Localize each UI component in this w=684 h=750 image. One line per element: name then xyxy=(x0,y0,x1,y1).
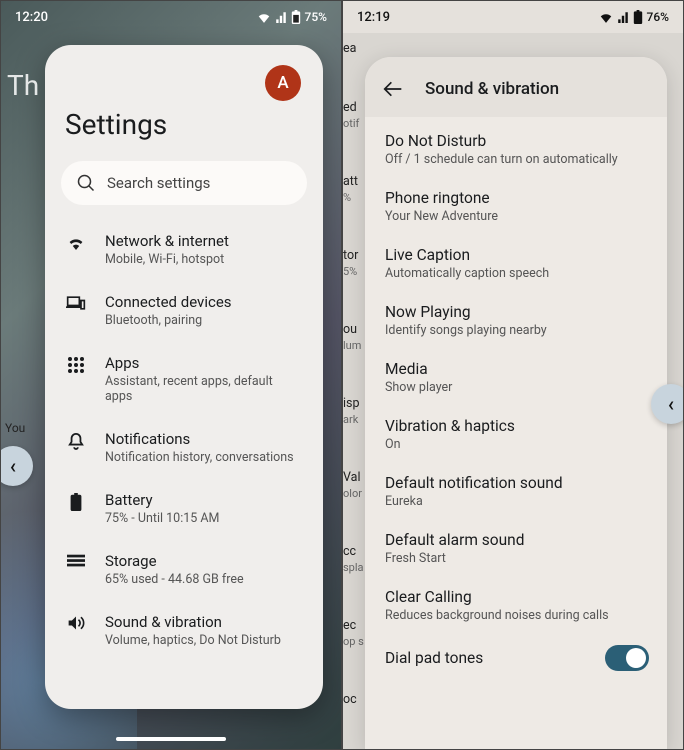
gesture-bar[interactable] xyxy=(116,737,226,741)
storage-icon xyxy=(67,554,85,568)
page-title: Settings xyxy=(65,108,311,141)
bell-icon xyxy=(68,432,84,450)
row-title: Do Not Disturb xyxy=(385,132,649,150)
row-title: Default notification sound xyxy=(385,474,649,492)
search-icon xyxy=(77,174,95,192)
wifi-icon xyxy=(66,234,86,250)
settings-item-apps[interactable]: Apps Assistant, recent apps, default apps xyxy=(57,341,311,417)
row-sub: On xyxy=(385,437,649,452)
row-title: Phone ringtone xyxy=(385,189,649,207)
row-title: Default alarm sound xyxy=(385,531,649,549)
settings-item-network[interactable]: Network & internet Mobile, Wi-Fi, hotspot xyxy=(57,219,311,280)
status-time: 12:19 xyxy=(357,10,390,25)
row-title: Storage xyxy=(105,552,303,570)
wallpaper-text-peek: Th xyxy=(7,69,39,102)
phone-right: 12:19 76% eaedotifatt%tor5%oulumisparkVa… xyxy=(342,0,684,750)
wifi-icon xyxy=(599,11,613,23)
signal-icon xyxy=(275,11,287,23)
settings-card: A Settings Search settings Network & int… xyxy=(45,45,323,709)
avatar-button[interactable]: A xyxy=(265,65,301,101)
row-sub: Assistant, recent apps, default apps xyxy=(105,374,303,404)
row-sub: Mobile, Wi-Fi, hotspot xyxy=(105,252,303,267)
sound-setting-row[interactable]: Media Show player xyxy=(383,349,659,406)
row-title: Connected devices xyxy=(105,293,303,311)
bg-partial-row: ea xyxy=(343,41,377,56)
settings-item-notifications[interactable]: Notifications Notification history, conve… xyxy=(57,417,311,478)
sound-setting-row[interactable]: Clear Calling Reduces background noises d… xyxy=(383,577,659,634)
row-title: Now Playing xyxy=(385,303,649,321)
wifi-icon xyxy=(257,11,271,23)
sound-icon xyxy=(67,615,85,631)
devices-icon xyxy=(66,295,86,311)
search-placeholder: Search settings xyxy=(107,174,210,192)
row-sub: Identify songs playing nearby xyxy=(385,323,649,338)
sound-setting-row[interactable]: Vibration & haptics On xyxy=(383,406,659,463)
status-time: 12:20 xyxy=(15,10,48,25)
row-sub: Notification history, conversations xyxy=(105,450,303,465)
row-sub: Reduces background noises during calls xyxy=(385,608,649,623)
chevron-left-icon: ‹ xyxy=(10,454,16,478)
settings-item-sound[interactable]: Sound & vibration Volume, haptics, Do Not… xyxy=(57,600,311,661)
chevron-left-icon: ‹ xyxy=(668,392,674,416)
battery-percent: 76% xyxy=(647,10,669,24)
signal-icon xyxy=(617,11,629,23)
settings-item-connected-devices[interactable]: Connected devices Bluetooth, pairing xyxy=(57,280,311,341)
sound-setting-row[interactable]: Now Playing Identify songs playing nearby xyxy=(383,292,659,349)
row-title: Sound & vibration xyxy=(105,613,303,631)
sound-vibration-sheet: Sound & vibration Do Not Disturb Off / 1 … xyxy=(365,57,667,749)
arrow-back-icon xyxy=(383,81,403,97)
sound-setting-row[interactable]: Phone ringtone Your New Adventure xyxy=(383,178,659,235)
sound-setting-row[interactable]: Dial pad tones xyxy=(383,634,659,682)
status-icons: 75% xyxy=(257,10,327,24)
row-title: Battery xyxy=(105,491,303,509)
status-icons: 76% xyxy=(599,10,669,24)
row-title: Network & internet xyxy=(105,232,303,250)
status-bar-left: 12:20 75% xyxy=(1,1,341,33)
sheet-title: Sound & vibration xyxy=(425,79,559,99)
row-sub: Bluetooth, pairing xyxy=(105,313,303,328)
battery-icon xyxy=(70,493,82,511)
battery-icon xyxy=(291,10,301,24)
row-title: Vibration & haptics xyxy=(385,417,649,435)
search-input[interactable]: Search settings xyxy=(61,161,307,205)
phone-left: 12:20 75% Th You A Settings Search setti… xyxy=(0,0,342,750)
row-title: Notifications xyxy=(105,430,303,448)
sheet-body: Do Not Disturb Off / 1 schedule can turn … xyxy=(365,117,667,682)
avatar-initial: A xyxy=(277,73,288,93)
row-sub: Automatically caption speech xyxy=(385,266,649,281)
toggle-switch[interactable] xyxy=(605,645,649,671)
row-title: Apps xyxy=(105,354,303,372)
settings-item-storage[interactable]: Storage 65% used - 44.68 GB free xyxy=(57,539,311,600)
row-title: Dial pad tones xyxy=(385,649,605,667)
row-sub: Show player xyxy=(385,380,649,395)
row-sub: Fresh Start xyxy=(385,551,649,566)
nav-handle-right[interactable]: ‹ xyxy=(651,384,684,424)
row-sub: Off / 1 schedule can turn on automatical… xyxy=(385,152,649,167)
apps-icon xyxy=(67,356,85,374)
row-sub: Your New Adventure xyxy=(385,209,649,224)
row-title: Media xyxy=(385,360,649,378)
sound-setting-row[interactable]: Live Caption Automatically caption speech xyxy=(383,235,659,292)
row-sub: 75% - Until 10:15 AM xyxy=(105,511,303,526)
settings-item-battery[interactable]: Battery 75% - Until 10:15 AM xyxy=(57,478,311,539)
battery-percent: 75% xyxy=(305,10,327,24)
sound-setting-row[interactable]: Do Not Disturb Off / 1 schedule can turn … xyxy=(383,121,659,178)
sound-setting-row[interactable]: Default notification sound Eureka xyxy=(383,463,659,520)
bg-partial-you: You xyxy=(1,421,41,435)
row-title: Live Caption xyxy=(385,246,649,264)
row-sub: 65% used - 44.68 GB free xyxy=(105,572,303,587)
sound-setting-row[interactable]: Default alarm sound Fresh Start xyxy=(383,520,659,577)
status-bar-right: 12:19 76% xyxy=(343,1,683,33)
row-title: Clear Calling xyxy=(385,588,649,606)
row-sub: Volume, haptics, Do Not Disturb xyxy=(105,633,303,648)
battery-icon xyxy=(633,10,643,24)
back-button[interactable] xyxy=(383,81,403,97)
row-sub: Eureka xyxy=(385,494,649,509)
sheet-header: Sound & vibration xyxy=(365,57,667,117)
